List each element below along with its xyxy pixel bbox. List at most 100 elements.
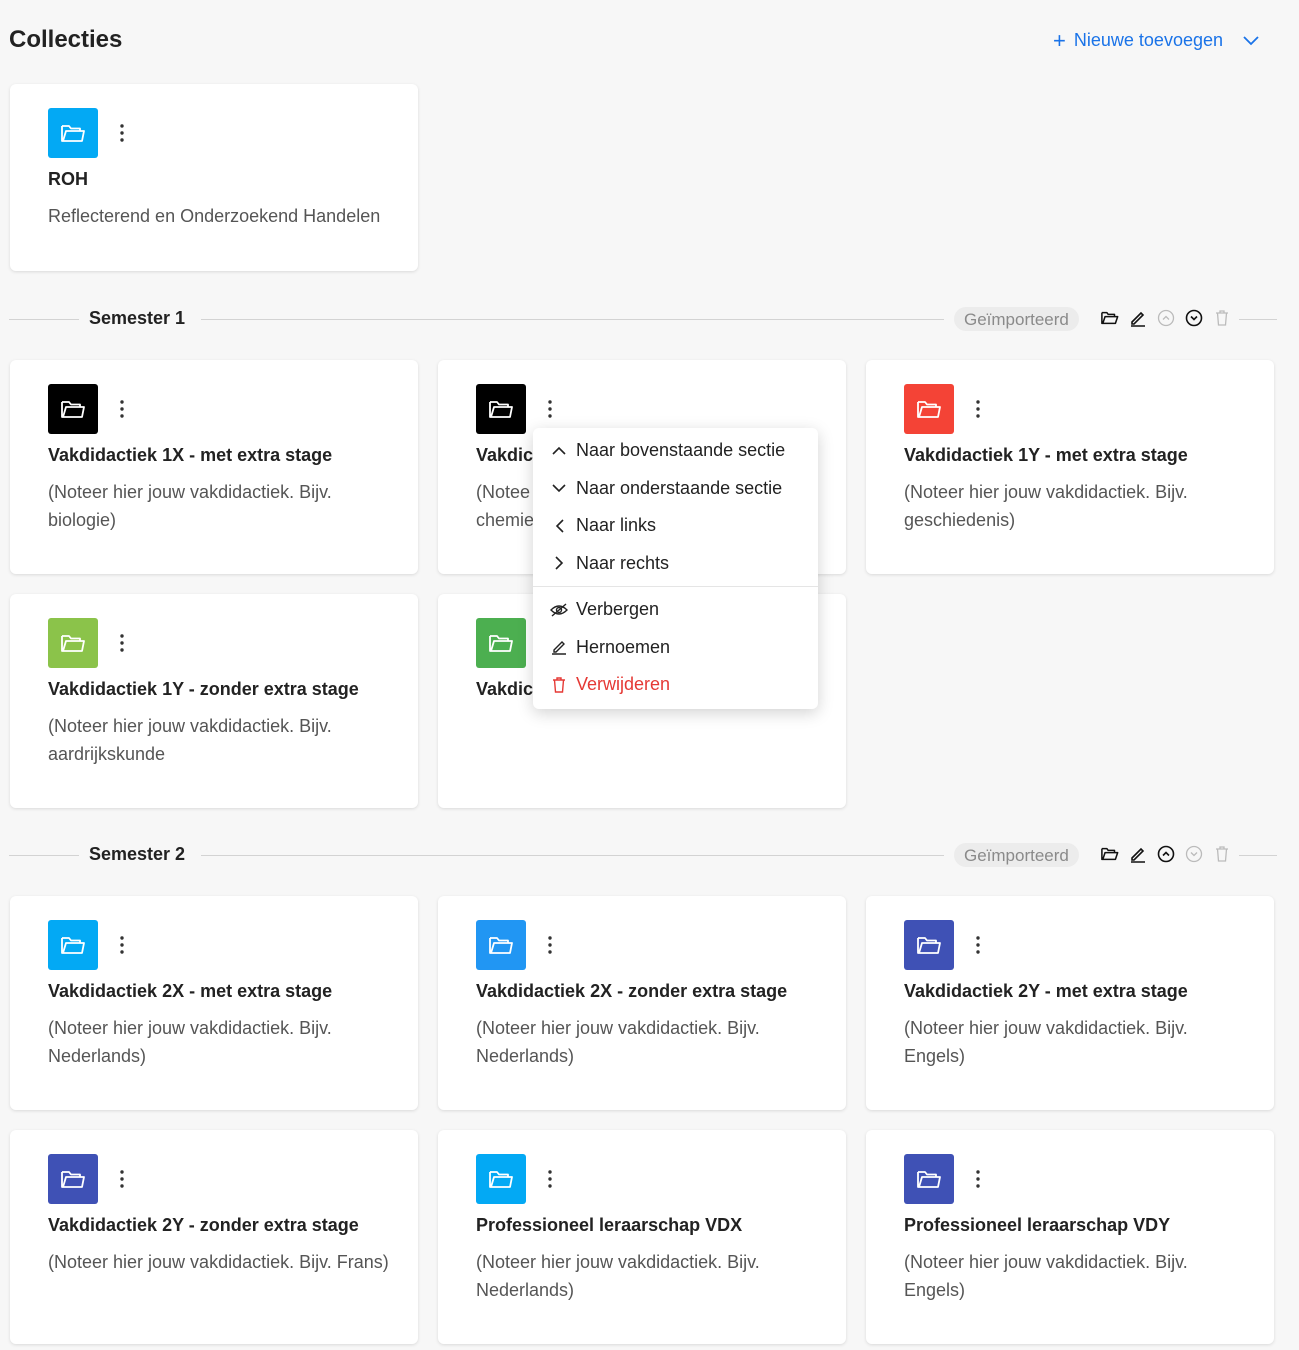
folder-icon [476, 1154, 526, 1204]
trash-icon [549, 675, 569, 695]
collection-card[interactable]: Vakdidactiek 1Y - zonder extra stage (No… [10, 594, 418, 808]
folder-icon [904, 1154, 954, 1204]
more-options-icon[interactable] [112, 1164, 132, 1194]
collection-card[interactable]: Vakdidactiek 1X - met extra stage (Notee… [10, 360, 418, 574]
collection-card[interactable]: Professioneel leraarschap VDX (Noteer hi… [438, 1130, 846, 1344]
pencil-icon [549, 637, 569, 657]
more-options-icon[interactable] [540, 1164, 560, 1194]
card-title: Vakdic [476, 679, 534, 699]
card-description: (Notee chemie [476, 482, 535, 530]
card-description: (Noteer hier jouw vakdidactiek. Bijv. En… [904, 1018, 1188, 1066]
folder-icon [476, 618, 526, 668]
menu-item-label: Naar onderstaande sectie [576, 477, 783, 498]
more-options-icon[interactable] [112, 394, 132, 424]
menu-divider [533, 586, 818, 587]
more-options-icon[interactable] [112, 930, 132, 960]
card-description: (Noteer hier jouw vakdidactiek. Bijv. Ne… [476, 1018, 760, 1066]
menu-item-label: Verbergen [576, 599, 660, 620]
card-title: ROH [48, 169, 88, 189]
menu-item-move-down-section[interactable]: Naar onderstaande sectie [533, 470, 818, 508]
move-down-circle-icon[interactable] [1185, 843, 1203, 865]
card-title: Vakdidactiek 2X - met extra stage [48, 981, 333, 1001]
section-semester-2: Semester 2 Geïmporteerd [9, 840, 1277, 870]
card-description: (Noteer hier jouw vakdidactiek. Bijv. Ne… [476, 1252, 760, 1300]
trash-icon[interactable] [1213, 307, 1231, 329]
folder-icon [48, 920, 98, 970]
more-options-icon[interactable] [540, 930, 560, 960]
pencil-icon[interactable] [1129, 307, 1147, 329]
more-options-icon[interactable] [968, 394, 988, 424]
card-title: Vakdidactiek 2X - zonder extra stage [476, 981, 788, 1001]
chevron-right-icon [549, 553, 569, 573]
folder-icon [476, 384, 526, 434]
section-title: Semester 1 [89, 308, 186, 328]
divider [201, 855, 944, 856]
chevron-down-icon [549, 478, 569, 498]
more-options-icon[interactable] [112, 628, 132, 658]
folder-open-icon[interactable] [1101, 307, 1119, 329]
collection-card[interactable]: Vakdidactiek 2X - zonder extra stage (No… [438, 896, 846, 1110]
divider [9, 855, 79, 856]
more-options-icon[interactable] [968, 1164, 988, 1194]
collection-card[interactable]: Vakdidactiek 2X - met extra stage (Notee… [10, 896, 418, 1110]
card-title: Vakdidactiek 2Y - zonder extra stage [48, 1215, 359, 1235]
more-options-icon[interactable] [968, 930, 988, 960]
collection-card-roh[interactable]: ROH Reflecterend en Onderzoekend Handele… [10, 84, 418, 271]
folder-icon [904, 920, 954, 970]
card-description: (Noteer hier jouw vakdidactiek. Bijv. ge… [904, 482, 1188, 530]
section-title: Semester 2 [89, 844, 186, 864]
folder-icon [48, 618, 98, 668]
folder-icon [476, 920, 526, 970]
card-title: Vakdidactiek 1Y - zonder extra stage [48, 679, 359, 699]
card-description: (Noteer hier jouw vakdidactiek. Bijv. bi… [48, 482, 332, 530]
more-options-icon[interactable] [112, 118, 132, 148]
chevron-left-icon [549, 516, 569, 536]
folder-icon [48, 384, 98, 434]
imported-badge: Geïmporteerd [954, 843, 1079, 867]
context-menu: Naar bovenstaande sectie Naar onderstaan… [533, 428, 818, 709]
folder-open-icon[interactable] [1101, 843, 1119, 865]
card-description: (Noteer hier jouw vakdidactiek. Bijv. Ne… [48, 1018, 332, 1066]
menu-item-label: Naar bovenstaande sectie [576, 440, 786, 461]
move-up-circle-icon[interactable] [1157, 307, 1175, 329]
divider [9, 319, 79, 320]
move-up-circle-icon[interactable] [1157, 843, 1175, 865]
card-description: (Noteer hier jouw vakdidactiek. Bijv. aa… [48, 716, 332, 764]
card-title: Vakdidactiek 1Y - met extra stage [904, 445, 1188, 465]
menu-item-rename[interactable]: Hernoemen [533, 629, 818, 667]
add-new-label: Nieuwe toevoegen [1073, 30, 1223, 50]
menu-item-label: Naar links [576, 515, 657, 536]
menu-item-move-left[interactable]: Naar links [533, 507, 818, 545]
folder-icon [904, 384, 954, 434]
card-title: Vakdic [476, 445, 534, 465]
move-down-circle-icon[interactable] [1185, 307, 1203, 329]
collection-card[interactable]: Vakdidactiek 1Y - met extra stage (Notee… [866, 360, 1274, 574]
menu-item-move-right[interactable]: Naar rechts [533, 545, 818, 583]
menu-item-hide[interactable]: Verbergen [533, 591, 818, 629]
chevron-down-icon[interactable] [1243, 30, 1259, 51]
eye-off-icon [549, 600, 569, 620]
imported-badge: Geïmporteerd [954, 307, 1079, 331]
collection-card[interactable]: Vakdidactiek 2Y - zonder extra stage (No… [10, 1130, 418, 1344]
divider [1239, 319, 1277, 320]
trash-icon[interactable] [1213, 843, 1231, 865]
card-description: (Noteer hier jouw vakdidactiek. Bijv. Fr… [48, 1252, 389, 1272]
collection-card[interactable]: Professioneel leraarschap VDY (Noteer hi… [866, 1130, 1274, 1344]
page-title: Collecties [9, 26, 123, 53]
folder-icon [48, 1154, 98, 1204]
card-title: Vakdidactiek 1X - met extra stage [48, 445, 333, 465]
menu-item-label: Verwijderen [576, 674, 671, 695]
card-title: Professioneel leraarschap VDY [904, 1215, 1171, 1235]
section-semester-1: Semester 1 Geïmporteerd [9, 304, 1277, 334]
collection-card[interactable]: Vakdidactiek 2Y - met extra stage (Notee… [866, 896, 1274, 1110]
more-options-icon[interactable] [540, 394, 560, 424]
menu-item-move-up-section[interactable]: Naar bovenstaande sectie [533, 432, 818, 470]
divider [1239, 855, 1277, 856]
card-description: (Noteer hier jouw vakdidactiek. Bijv. En… [904, 1252, 1188, 1300]
menu-item-label: Naar rechts [576, 552, 670, 573]
card-title: Professioneel leraarschap VDX [476, 1215, 743, 1235]
menu-item-delete[interactable]: Verwijderen [533, 666, 818, 704]
add-new-button[interactable]: + Nieuwe toevoegen [1053, 29, 1259, 51]
divider [201, 319, 944, 320]
pencil-icon[interactable] [1129, 843, 1147, 865]
